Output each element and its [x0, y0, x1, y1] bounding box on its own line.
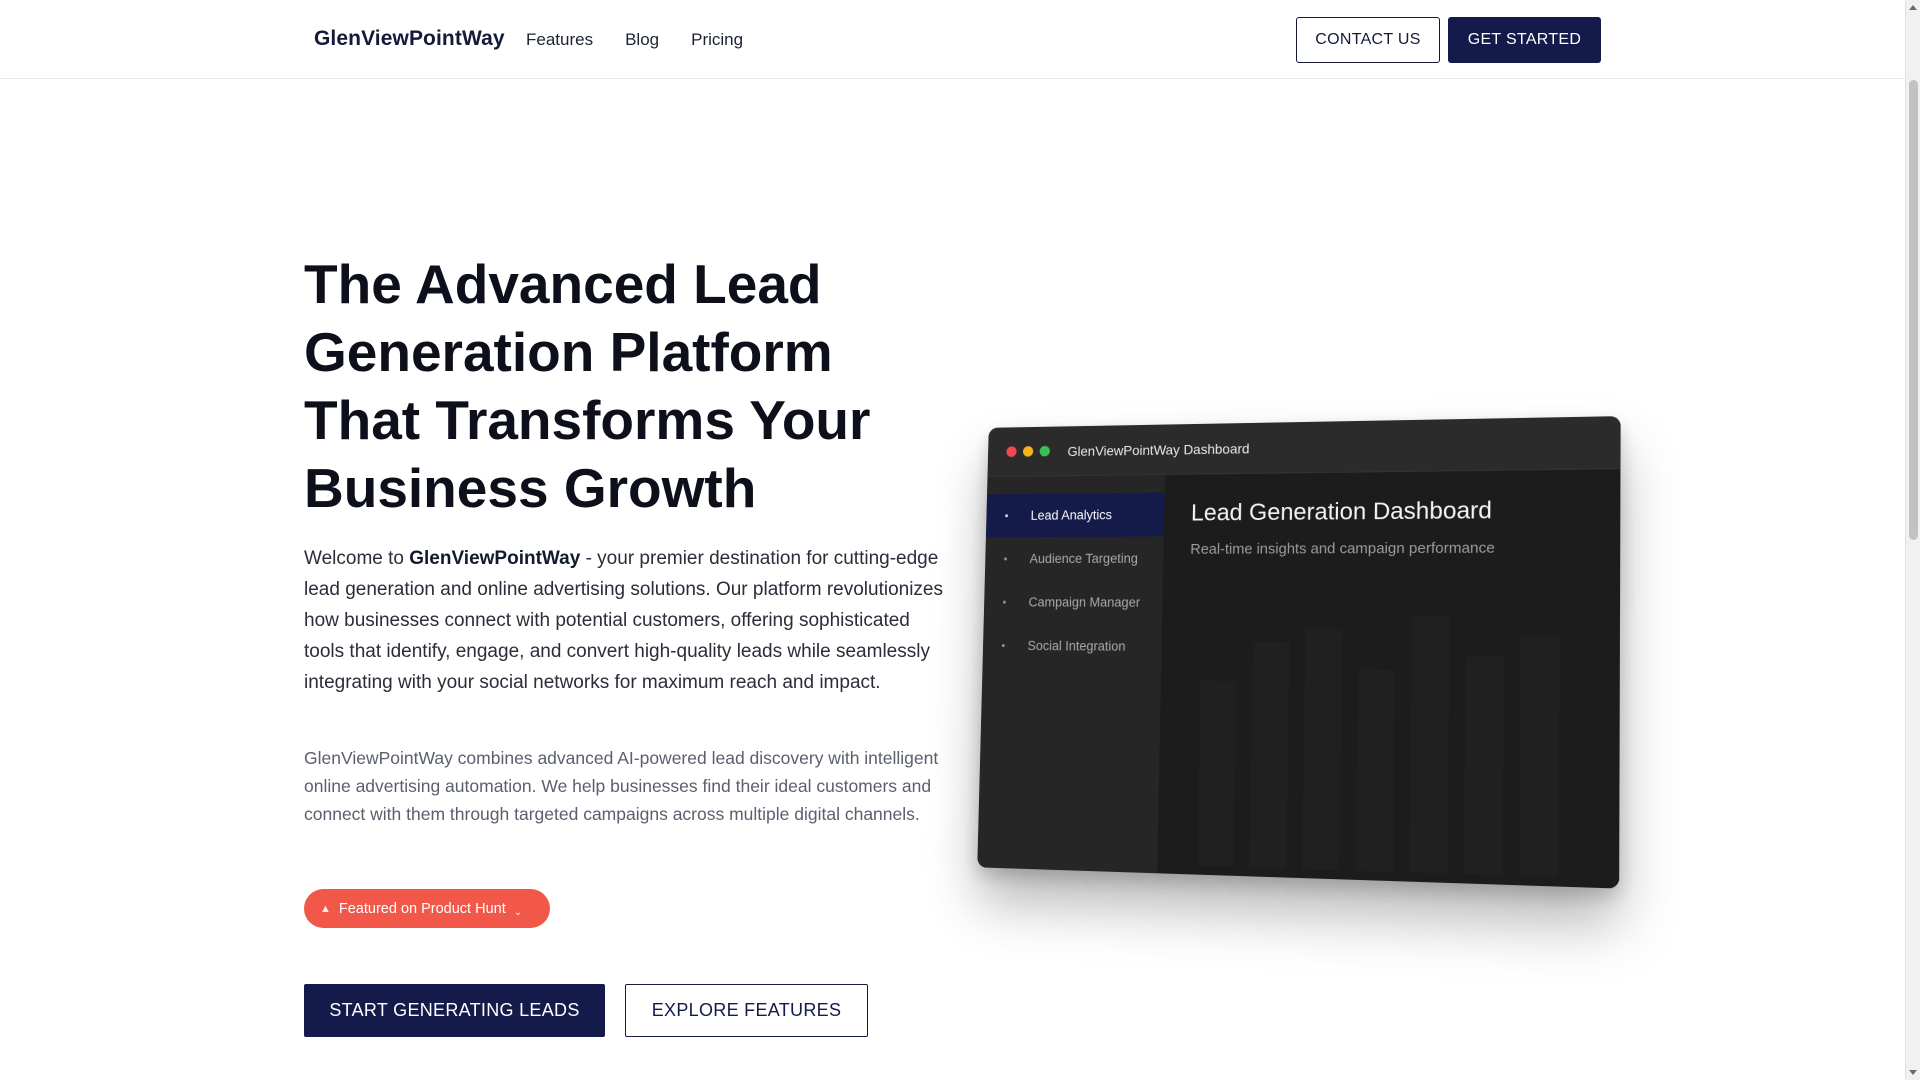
sidebar-item-campaign-manager[interactable]: ▪ Campaign Manager [984, 580, 1163, 624]
target-icon: ▪ [1003, 553, 1008, 565]
nav-link-pricing[interactable]: Pricing [691, 30, 743, 50]
chart-placeholder-bar [1197, 680, 1237, 868]
explore-features-button[interactable]: EXPLORE FEATURES [625, 984, 868, 1037]
scroll-up-icon[interactable] [1909, 5, 1917, 10]
megaphone-icon: ▪ [1002, 596, 1007, 608]
get-started-button[interactable]: GET STARTED [1448, 17, 1601, 63]
dashboard-window: GlenViewPointWay Dashboard ▪ Lead Analyt… [977, 416, 1621, 889]
dashboard-body: ▪ Lead Analytics ▪ Audience Targeting ▪ … [977, 469, 1621, 889]
chart-icon: ▪ [1004, 509, 1009, 522]
sidebar-item-social-integration[interactable]: ▪ Social Integration [983, 624, 1162, 669]
dashboard-main: Lead Generation Dashboard Real-time insi… [1157, 469, 1621, 889]
product-hunt-icon: ▲ [320, 902, 331, 915]
chart-placeholder-bar [1409, 615, 1450, 874]
product-hunt-badge[interactable]: ▲ Featured on Product Hunt ⌄ [304, 889, 551, 928]
page-scrollbar[interactable] [1905, 0, 1920, 1080]
chart-placeholder-bar [1302, 628, 1343, 871]
scroll-down-icon[interactable] [1909, 1070, 1917, 1075]
dashboard-heading: Lead Generation Dashboard [1190, 497, 1493, 527]
main-nav: Features Blog Pricing [526, 30, 743, 50]
dashboard-sidebar: ▪ Lead Analytics ▪ Audience Targeting ▪ … [977, 474, 1165, 874]
sidebar-item-label: Audience Targeting [1029, 551, 1139, 566]
nav-link-features[interactable]: Features [526, 30, 593, 50]
dashboard-subheading: Real-time insights and campaign performa… [1190, 539, 1495, 558]
sidebar-item-label: Campaign Manager [1028, 594, 1141, 610]
chart-placeholder-bar [1463, 656, 1505, 876]
top-navbar: GlenViewPointWay Features Blog Pricing C… [0, 0, 1905, 79]
chart-placeholder-bar [1355, 668, 1396, 873]
sidebar-item-label: Lead Analytics [1030, 507, 1113, 523]
hero-intro: Welcome to GlenViewPointWay - your premi… [304, 543, 944, 698]
dashboard-titlebar: GlenViewPointWay Dashboard [987, 416, 1621, 478]
hero-intro-suffix: - your premier destination for cutting-e… [304, 548, 943, 693]
scrollbar-thumb[interactable] [1909, 80, 1918, 540]
contact-us-button[interactable]: CONTACT US [1296, 17, 1440, 63]
window-maximize-dot [1039, 445, 1050, 457]
sidebar-item-lead-analytics[interactable]: ▪ Lead Analytics [985, 492, 1165, 538]
share-icon: ▪ [1001, 639, 1006, 652]
hero-title: The Advanced Lead Generation Platform Th… [304, 253, 871, 519]
hero-intro-brand: GlenViewPointWay [409, 548, 581, 569]
sidebar-item-label: Social Integration [1027, 638, 1126, 654]
window-close-dot [1006, 446, 1017, 457]
sidebar-item-audience-targeting[interactable]: ▪ Audience Targeting [985, 536, 1164, 580]
dashboard-chart-placeholder [1197, 615, 1560, 878]
dashboard-mockup: GlenViewPointWay Dashboard ▪ Lead Analyt… [968, 416, 1621, 889]
hero-description: GlenViewPointWay combines advanced AI-po… [304, 748, 939, 824]
chevron-down-icon: ⌄ [513, 907, 523, 918]
product-hunt-label: Featured on Product Hunt [338, 900, 506, 917]
chart-placeholder-bar [1249, 641, 1290, 869]
window-minimize-dot [1022, 446, 1034, 457]
hero-intro-prefix: Welcome to [304, 548, 410, 569]
start-generating-leads-button[interactable]: START GENERATING LEADS [304, 984, 605, 1037]
nav-link-blog[interactable]: Blog [625, 30, 659, 50]
chart-placeholder-bar [1519, 636, 1560, 878]
dashboard-window-title: GlenViewPointWay Dashboard [1067, 440, 1250, 459]
brand-logo[interactable]: GlenViewPointWay [314, 27, 505, 51]
